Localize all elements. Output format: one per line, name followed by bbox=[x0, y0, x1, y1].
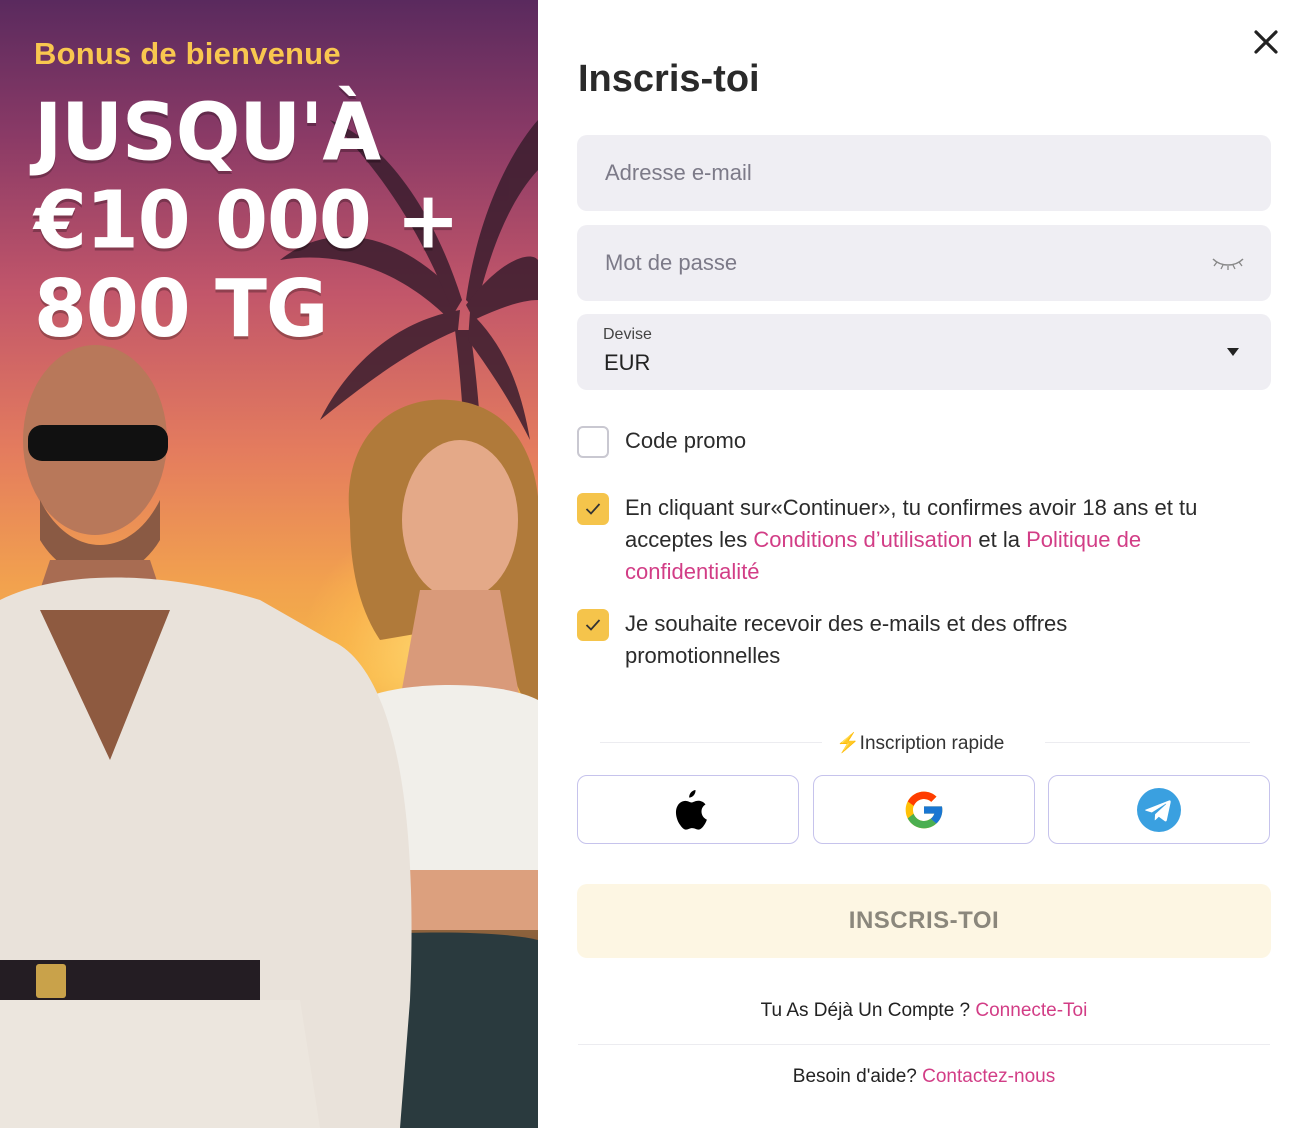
marketing-text: Je souhaite recevoir des e-mails et des … bbox=[625, 611, 1068, 668]
headline-line-1: JUSQU'À bbox=[34, 84, 381, 179]
promo-banner: Bonus de bienvenue JUSQU'À €10 000 + 800… bbox=[0, 0, 538, 1128]
promo-code-label: Code promo bbox=[625, 428, 747, 453]
divider-line-left bbox=[600, 742, 822, 743]
help-prompt: Besoin d'aide? Contactez-nous bbox=[578, 1066, 1270, 1088]
currency-select[interactable]: Devise EUR bbox=[577, 314, 1271, 390]
currency-label: Devise bbox=[603, 326, 652, 343]
headline-line-3: 800 TG bbox=[34, 261, 328, 355]
headline-line-2: €10 000 + bbox=[34, 173, 460, 267]
terms-text: En cliquant sur«Continuer», tu confirmes… bbox=[625, 492, 1265, 588]
help-text: Besoin d'aide? bbox=[792, 1066, 917, 1087]
divider-line-right bbox=[1045, 742, 1250, 743]
telegram-signup-button[interactable] bbox=[1048, 775, 1270, 844]
bonus-label: Bonus de bienvenue bbox=[34, 36, 341, 71]
apple-icon bbox=[675, 789, 707, 830]
google-signup-button[interactable] bbox=[813, 775, 1035, 844]
eye-closed-icon[interactable] bbox=[1211, 253, 1245, 273]
terms-checkbox[interactable] bbox=[577, 493, 609, 525]
signup-modal: Bonus de bienvenue JUSQU'À €10 000 + 800… bbox=[0, 0, 1308, 1128]
have-account-text: Tu As Déjà Un Compte ? bbox=[760, 1000, 971, 1021]
marketing-checkbox[interactable] bbox=[577, 609, 609, 641]
apple-signup-button[interactable] bbox=[577, 775, 799, 844]
checkmark-icon bbox=[585, 619, 601, 631]
lightning-icon: ⚡ bbox=[836, 733, 860, 754]
promo-code-checkbox[interactable] bbox=[577, 426, 609, 458]
email-field-container bbox=[577, 135, 1271, 211]
close-icon[interactable] bbox=[1250, 26, 1282, 58]
signup-submit-button[interactable]: INSCRIS-TOI bbox=[577, 884, 1271, 958]
page-title: Inscris-toi bbox=[578, 58, 760, 100]
contact-link[interactable]: Contactez-nous bbox=[922, 1066, 1055, 1087]
terms-of-use-link[interactable]: Conditions d’utilisation bbox=[753, 527, 972, 552]
login-prompt: Tu As Déjà Un Compte ? Connecte-Toi bbox=[578, 1000, 1270, 1022]
quick-signup-text: Inscription rapide bbox=[859, 733, 1005, 754]
password-field[interactable] bbox=[603, 249, 1167, 277]
password-field-container bbox=[577, 225, 1271, 301]
quick-signup-label: ⚡Inscription rapide bbox=[836, 731, 1004, 755]
google-icon bbox=[905, 791, 943, 828]
footer-divider bbox=[578, 1044, 1270, 1045]
caret-down-icon bbox=[1227, 348, 1239, 356]
terms-text-middle: et la bbox=[972, 527, 1027, 552]
bonus-headline: JUSQU'À €10 000 + 800 TG bbox=[34, 84, 504, 355]
login-link[interactable]: Connecte-Toi bbox=[975, 1000, 1087, 1021]
checkmark-icon bbox=[585, 503, 601, 515]
email-field[interactable] bbox=[603, 159, 1167, 187]
telegram-icon bbox=[1137, 787, 1181, 832]
currency-value: EUR bbox=[604, 350, 651, 375]
